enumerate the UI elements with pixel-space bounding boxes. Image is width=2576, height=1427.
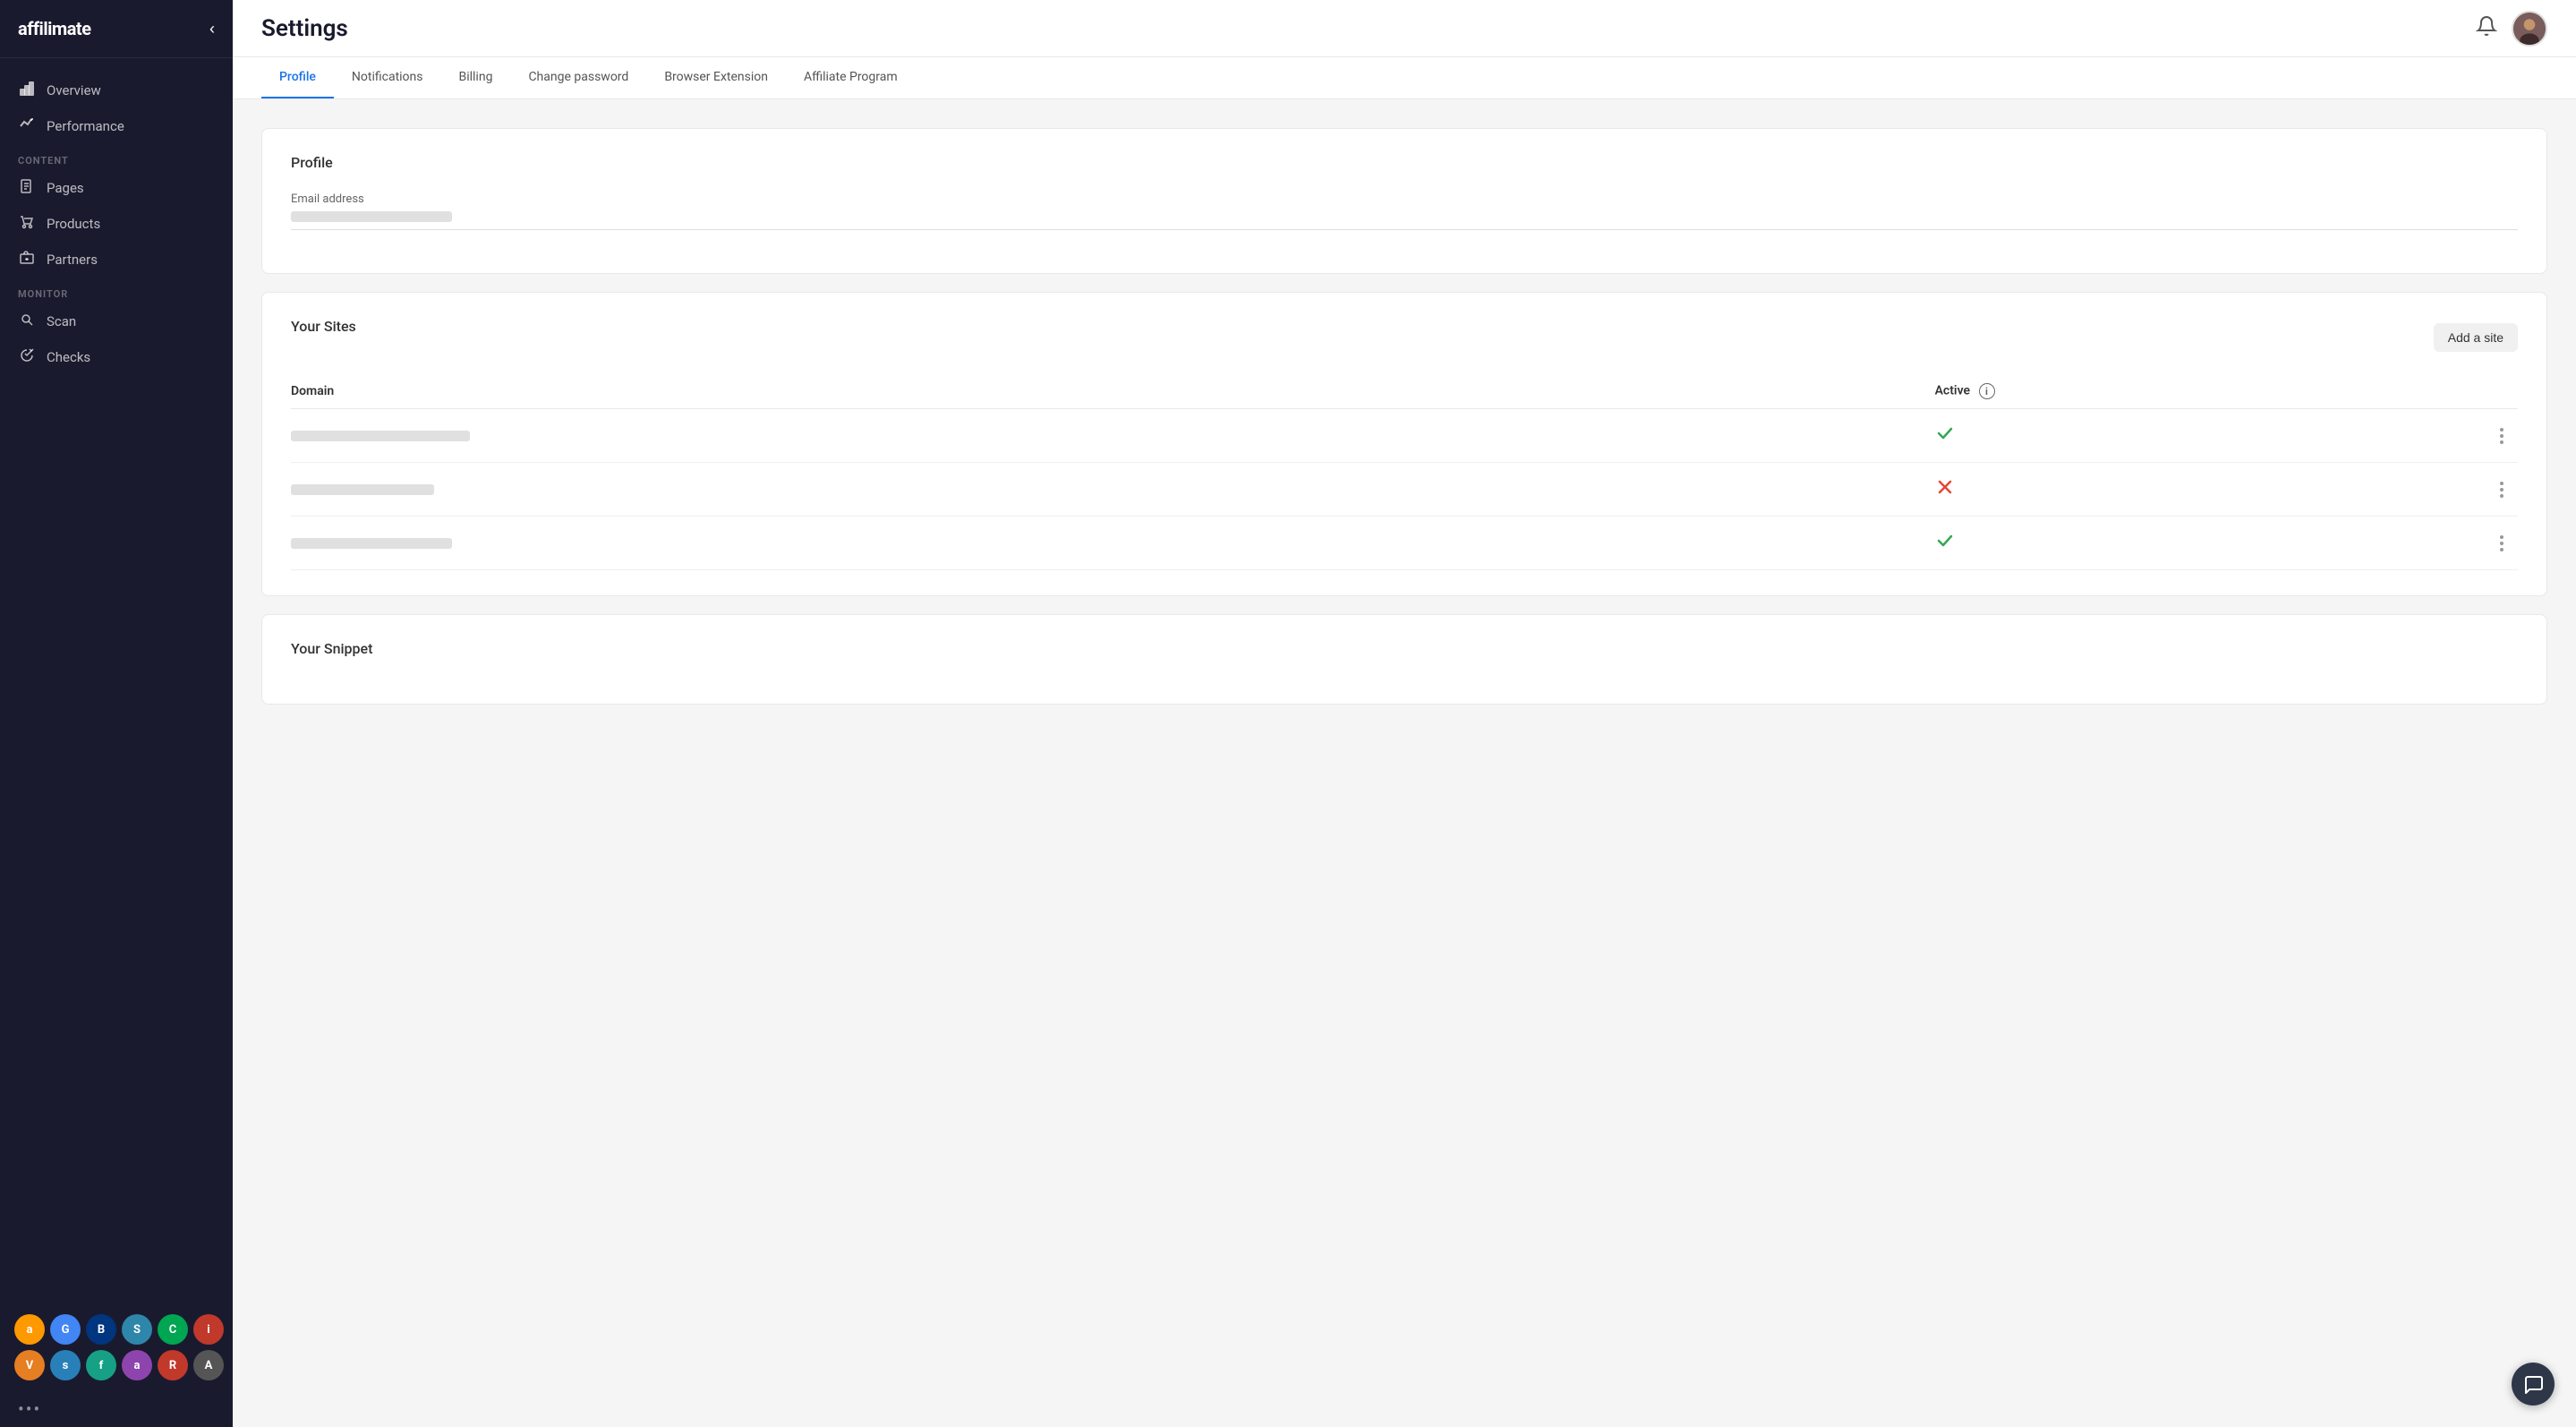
performance-icon — [18, 117, 36, 135]
partner-icons-grid: a G B S C i V s f a R A — [0, 1303, 233, 1391]
domain-placeholder — [291, 431, 470, 441]
partner-booking[interactable]: B — [86, 1314, 116, 1345]
tab-browser-extension[interactable]: Browser Extension — [646, 57, 786, 98]
active-info-icon[interactable]: i — [1979, 383, 1995, 399]
page-title: Settings — [261, 15, 348, 42]
email-field-container — [291, 211, 2518, 230]
partner-flexoffers[interactable]: f — [86, 1350, 116, 1380]
monitor-section-label: MONITOR — [0, 278, 233, 303]
more-partners-button[interactable]: ••• — [0, 1391, 233, 1427]
products-icon — [18, 215, 36, 233]
profile-section-title: Profile — [291, 154, 2518, 171]
actions-column-header — [2485, 374, 2518, 409]
actions-cell — [2485, 409, 2518, 463]
active-cell — [1935, 463, 2486, 517]
topbar: Settings — [233, 0, 2576, 57]
domain-cell — [291, 463, 1935, 517]
row-menu-button[interactable] — [2485, 535, 2518, 551]
partner-more[interactable]: A — [193, 1350, 224, 1380]
pages-icon — [18, 179, 36, 197]
chat-button[interactable] — [2512, 1363, 2555, 1406]
app-logo: affilimate — [18, 18, 91, 39]
settings-tabs: Profile Notifications Billing Change pas… — [233, 57, 2576, 99]
checks-icon — [18, 348, 36, 366]
inactive-x-icon — [1935, 480, 1955, 501]
active-cell — [1935, 517, 2486, 570]
page-content-area: Profile Email address Your Sites Add a s… — [233, 99, 2576, 1427]
tab-profile[interactable]: Profile — [261, 57, 334, 98]
sites-table: Domain Active i — [291, 374, 2518, 570]
partner-shareasale[interactable]: S — [122, 1314, 152, 1345]
domain-cell — [291, 517, 1935, 570]
sidebar-item-label: Checks — [47, 349, 90, 365]
overview-icon — [18, 81, 36, 99]
sidebar-item-label: Overview — [47, 82, 101, 98]
domain-cell — [291, 409, 1935, 463]
sidebar-item-label: Pages — [47, 180, 84, 196]
sidebar-item-partners[interactable]: Partners — [0, 242, 233, 278]
sidebar-item-pages[interactable]: Pages — [0, 170, 233, 206]
user-avatar[interactable] — [2512, 11, 2547, 47]
scan-icon — [18, 312, 36, 330]
tab-notifications[interactable]: Notifications — [334, 57, 441, 98]
table-row — [291, 409, 2518, 463]
actions-cell — [2485, 463, 2518, 517]
snippet-section: Your Snippet — [261, 614, 2547, 705]
tab-billing[interactable]: Billing — [441, 57, 511, 98]
partner-cj[interactable]: C — [158, 1314, 188, 1345]
partner-avantlink[interactable]: a — [122, 1350, 152, 1380]
email-form-group: Email address — [291, 192, 2518, 230]
table-row — [291, 463, 2518, 517]
actions-cell — [2485, 517, 2518, 570]
collapse-sidebar-button[interactable]: ‹ — [209, 20, 215, 38]
tab-affiliate-program[interactable]: Affiliate Program — [786, 57, 916, 98]
partner-rakuten[interactable]: R — [158, 1350, 188, 1380]
email-label: Email address — [291, 192, 2518, 206]
notifications-bell-icon[interactable] — [2476, 15, 2497, 42]
snippet-section-title: Your Snippet — [291, 640, 2518, 657]
active-check-icon — [1935, 426, 1955, 448]
partner-impact[interactable]: i — [193, 1314, 224, 1345]
sidebar-item-scan[interactable]: Scan — [0, 303, 233, 339]
sites-section-header: Your Sites Add a site — [291, 318, 2518, 356]
partner-amazon[interactable]: a — [14, 1314, 45, 1345]
sidebar-item-products[interactable]: Products — [0, 206, 233, 242]
domain-placeholder — [291, 538, 452, 549]
add-site-button[interactable]: Add a site — [2434, 323, 2518, 352]
main-content: Settings Profile Notifications Billing C… — [233, 0, 2576, 1427]
email-placeholder-bar — [291, 211, 452, 222]
profile-section: Profile Email address — [261, 128, 2547, 274]
sidebar-header: affilimate ‹ — [0, 0, 233, 58]
sidebar-item-checks[interactable]: Checks — [0, 339, 233, 375]
sidebar-item-overview[interactable]: Overview — [0, 73, 233, 108]
domain-placeholder — [291, 484, 434, 495]
table-row — [291, 517, 2518, 570]
partners-icon — [18, 251, 36, 269]
content-section-label: CONTENT — [0, 144, 233, 170]
active-cell — [1935, 409, 2486, 463]
partner-google[interactable]: G — [50, 1314, 81, 1345]
sidebar-item-label: Partners — [47, 252, 98, 268]
sidebar-item-label: Scan — [47, 313, 76, 329]
sidebar: affilimate ‹ Overview Performanc — [0, 0, 233, 1427]
partner-skimlinks[interactable]: s — [50, 1350, 81, 1380]
tab-change-password[interactable]: Change password — [510, 57, 646, 98]
sidebar-item-label: Performance — [47, 118, 124, 134]
domain-column-header: Domain — [291, 374, 1935, 409]
sidebar-item-performance[interactable]: Performance — [0, 108, 233, 144]
sites-section: Your Sites Add a site Domain Active i — [261, 292, 2547, 596]
partner-viglink[interactable]: V — [14, 1350, 45, 1380]
sidebar-item-label: Products — [47, 216, 100, 232]
topbar-right — [2476, 11, 2547, 47]
sidebar-navigation: Overview Performance CONTENT — [0, 58, 233, 1303]
active-column-header: Active i — [1935, 374, 2486, 409]
row-menu-button[interactable] — [2485, 428, 2518, 444]
row-menu-button[interactable] — [2485, 482, 2518, 498]
active-check-icon — [1935, 534, 1955, 555]
sites-section-title: Your Sites — [291, 318, 356, 335]
